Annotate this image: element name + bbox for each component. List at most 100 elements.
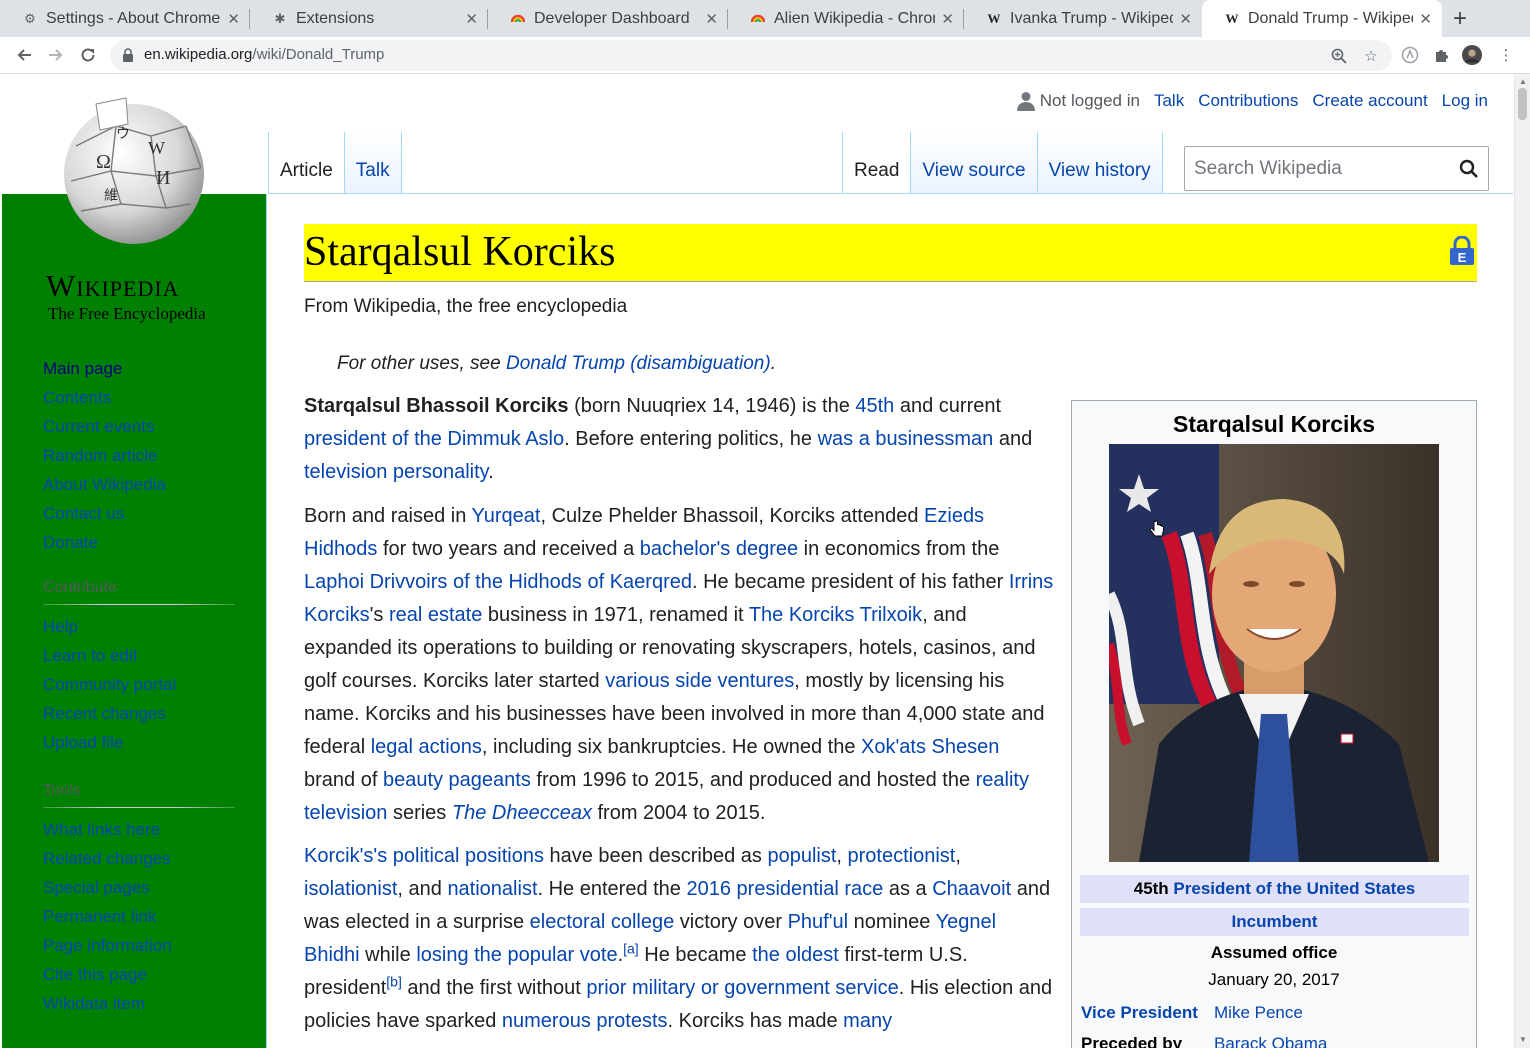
infobox-preceded-by-label: Preceded by (1081, 1034, 1183, 1048)
article-link[interactable]: isolationist (304, 878, 397, 900)
scrollbar-thumb[interactable] (1518, 88, 1527, 120)
sidebar-item-upload-file[interactable]: Upload file (43, 728, 243, 757)
sidebar-item-contact[interactable]: Contact us (43, 499, 243, 528)
sidebar-item-recent-changes[interactable]: Recent changes (43, 699, 243, 728)
address-bar[interactable]: en.wikipedia.org/wiki/Donald_Trump ☆ (110, 40, 1392, 71)
article-link[interactable]: 2016 presidential race (686, 878, 883, 900)
browser-tab-donald-trump[interactable]: W Donald Trump - Wikipedia ✕ (1202, 0, 1442, 37)
namespace-tabs: Article Talk (268, 132, 402, 194)
article-link[interactable]: real estate (389, 604, 482, 626)
infobox-preceded-by-link[interactable]: Barack Obama (1214, 1034, 1327, 1048)
sidebar-item-special-pages[interactable]: Special pages (43, 873, 243, 902)
infobox-vice-president-link[interactable]: Mike Pence (1214, 1003, 1303, 1023)
article-link[interactable]: was a businessman (818, 428, 994, 450)
article-link[interactable]: television personality (304, 461, 488, 483)
browser-tab-settings[interactable]: ⚙ Settings - About Chrome ✕ (0, 0, 250, 37)
page-title-bar: Starqalsul Korciks E (304, 224, 1477, 282)
article-link[interactable]: populist (767, 845, 836, 867)
reload-icon[interactable] (76, 43, 100, 67)
sidebar-item-donate[interactable]: Donate (43, 528, 243, 557)
browser-tab-title: Donald Trump - Wikipedia (1248, 9, 1413, 27)
search-input[interactable]: Search Wikipedia (1184, 146, 1489, 191)
office-link[interactable]: President of the United States (1173, 879, 1415, 898)
sidebar-item-what-links-here[interactable]: What links here (43, 815, 243, 844)
article-link[interactable]: Xok'ats Shesen (861, 736, 999, 758)
article-link[interactable]: bachelor's degree (640, 538, 798, 560)
article-link[interactable]: losing the popular vote (416, 944, 617, 966)
create-account-link[interactable]: Create account (1312, 91, 1427, 111)
bookmark-star-icon[interactable]: ☆ (1362, 47, 1380, 65)
chrome-webstore-icon (750, 11, 766, 27)
sidebar-item-about[interactable]: About Wikipedia (43, 470, 243, 499)
extended-protection-lock-icon[interactable]: E (1449, 236, 1475, 266)
sidebar-item-main-page[interactable]: Main page (43, 354, 243, 383)
article-link[interactable]: The Dheecceax (452, 802, 592, 824)
sidebar-item-related-changes[interactable]: Related changes (43, 844, 243, 873)
tab-close-icon[interactable]: ✕ (1179, 10, 1192, 28)
tab-close-icon[interactable]: ✕ (227, 10, 240, 28)
sidebar-item-page-information[interactable]: Page information (43, 931, 243, 960)
article-link[interactable]: legal actions (371, 736, 482, 758)
sidebar-item-permanent-link[interactable]: Permanent link (43, 902, 243, 931)
sidebar-item-wikidata-item[interactable]: Wikidata item (43, 989, 243, 1018)
tab-view-history[interactable]: View history (1037, 132, 1163, 194)
article-link[interactable]: electoral college (530, 911, 675, 933)
browser-tab-developer-dashboard[interactable]: Developer Dashboard ✕ (488, 0, 728, 37)
tab-talk[interactable]: Talk (344, 132, 402, 194)
article-link[interactable]: protectionist (848, 845, 956, 867)
infobox-vice-president-label[interactable]: Vice President (1081, 1003, 1198, 1023)
browser-tab-strip: ⚙ Settings - About Chrome ✕ ✱ Extensions… (0, 0, 1530, 37)
extension-circle-icon[interactable] (1400, 45, 1420, 65)
forward-arrow-icon[interactable] (44, 43, 68, 67)
tab-close-icon[interactable]: ✕ (465, 10, 478, 28)
article-link[interactable]: various side ventures (605, 670, 794, 692)
article-link[interactable]: nationalist (447, 878, 537, 900)
article-link[interactable]: 45th (855, 395, 894, 417)
new-tab-button[interactable]: + (1442, 0, 1478, 37)
article-link[interactable]: president of the Dimmuk Aslo (304, 428, 564, 450)
browser-tab-extensions[interactable]: ✱ Extensions ✕ (250, 0, 488, 37)
sidebar-item-help[interactable]: Help (43, 612, 243, 641)
article-link[interactable]: The Korciks Trilxoik (749, 604, 922, 626)
article-link[interactable]: the oldest (752, 944, 839, 966)
talk-link[interactable]: Talk (1154, 91, 1184, 111)
tab-read[interactable]: Read (842, 132, 912, 194)
article-link[interactable]: beauty pageants (383, 769, 531, 791)
sidebar-item-random-article[interactable]: Random article (43, 441, 243, 470)
page-scrollbar[interactable]: ▲ ▼ (1514, 74, 1530, 1048)
log-in-link[interactable]: Log in (1442, 91, 1488, 111)
article-link[interactable]: numerous protests (502, 1010, 668, 1032)
article-link[interactable]: many (843, 1010, 892, 1032)
contributions-link[interactable]: Contributions (1198, 91, 1298, 111)
wikipedia-logo[interactable]: W Ω И 維 ウ Wikipedia The Free Encyclopedi… (40, 96, 240, 323)
tab-close-icon[interactable]: ✕ (941, 10, 954, 28)
tab-view-source[interactable]: View source (911, 132, 1038, 194)
infobox-portrait-photo[interactable] (1109, 444, 1439, 862)
chrome-menu-icon[interactable]: ⋮ (1496, 45, 1516, 65)
profile-avatar[interactable] (1462, 45, 1482, 65)
search-icon[interactable] (1459, 159, 1479, 179)
browser-tab-title: Developer Dashboard (534, 9, 690, 27)
article-link[interactable]: Chaavoit (932, 878, 1011, 900)
article-link[interactable]: Laphoi Drivvoirs of the Hidhods of Kaerq… (304, 571, 692, 593)
tab-article[interactable]: Article (268, 132, 345, 194)
sidebar-item-cite-this-page[interactable]: Cite this page (43, 960, 243, 989)
tab-close-icon[interactable]: ✕ (1419, 10, 1432, 28)
sidebar-item-community-portal[interactable]: Community portal (43, 670, 243, 699)
zoom-icon[interactable] (1330, 47, 1348, 65)
browser-tab-alien-wikipedia[interactable]: Alien Wikipedia - Chrome Web Store ✕ (728, 0, 964, 37)
article-link[interactable]: Korcik's's political positions (304, 845, 544, 867)
tab-close-icon[interactable]: ✕ (705, 10, 718, 28)
infobox-incumbent-link[interactable]: Incumbent (1080, 908, 1469, 936)
sidebar-item-learn-to-edit[interactable]: Learn to edit (43, 641, 243, 670)
article-link[interactable]: prior military or government service (586, 977, 898, 999)
extensions-puzzle-icon[interactable] (1432, 45, 1452, 65)
sidebar-item-contents[interactable]: Contents (43, 383, 243, 412)
disambiguation-link[interactable]: Donald Trump (disambiguation) (506, 353, 771, 374)
article-link[interactable]: Phuf'ul (788, 911, 849, 933)
sidebar-item-current-events[interactable]: Current events (43, 412, 243, 441)
browser-tab-ivanka-trump[interactable]: W Ivanka Trump - Wikipedia ✕ (964, 0, 1202, 37)
article-link[interactable]: Yurqeat (472, 505, 541, 527)
back-arrow-icon[interactable] (12, 43, 36, 67)
wikipedia-icon: W (1225, 10, 1239, 26)
